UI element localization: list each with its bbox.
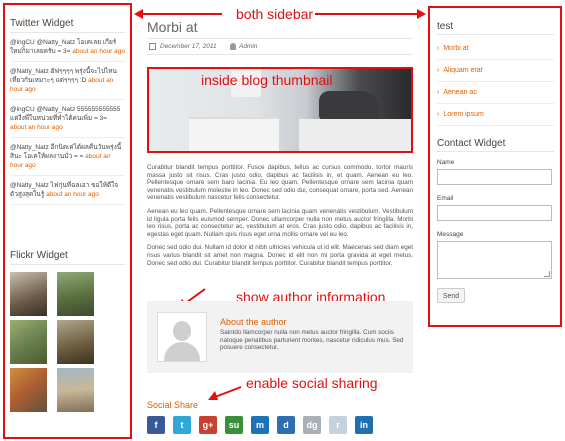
meta-divider	[147, 54, 413, 55]
tweet-list: @ingCU @Natty_Natz โอเคเลย เกียร์ใหม่ก็ม…	[10, 38, 125, 210]
digg-icon[interactable]: dg	[303, 416, 321, 434]
post-paragraph: Curabitur blandit tempus porttitor. Fusc…	[147, 164, 413, 202]
social-share-title: Social Share	[147, 400, 199, 410]
facebook-icon[interactable]: f	[147, 416, 165, 434]
chevron-right-icon: ›	[437, 67, 440, 74]
linkedin-icon[interactable]: in	[355, 416, 373, 434]
tweet-item: @ingCU @Natty_Natz โอเคเลย เกียร์ใหม่ก็ม…	[10, 38, 125, 62]
test-title-divider	[437, 34, 554, 35]
email-field[interactable]	[437, 205, 552, 221]
avatar-shoulders	[164, 342, 200, 361]
test-link-item[interactable]: › Morbi at	[437, 38, 554, 60]
delicious-icon[interactable]: d	[277, 416, 295, 434]
name-field[interactable]	[437, 169, 552, 185]
test-link-label: Aliquam erat	[443, 67, 483, 74]
post-paragraph: Donec sed odio dui. Nullam id dolor id n…	[147, 244, 413, 267]
avatar-head	[173, 321, 191, 341]
about-author-text: Saintdo llamcorper nulla non metus aucto…	[220, 329, 404, 352]
post-body: Curabitur blandit tempus porttitor. Fusc…	[147, 164, 413, 267]
stumbleupon-icon[interactable]: su	[225, 416, 243, 434]
flickr-photo[interactable]	[10, 320, 47, 364]
about-author-box: About the author Saintdo llamcorper null…	[147, 301, 413, 373]
tweet-time-link[interactable]: about an hour ago	[46, 191, 99, 198]
test-link-item[interactable]: › Aliquam erat	[437, 60, 554, 82]
contact-title-divider	[437, 151, 554, 152]
name-label: Name	[437, 159, 455, 166]
social-share-icons: f t g+ su m d dg r in	[147, 416, 387, 436]
test-link-label: Morbi at	[443, 45, 469, 52]
twitter-icon[interactable]: t	[173, 416, 191, 434]
post-author[interactable]: Admin	[239, 43, 257, 50]
resize-handle-icon[interactable]	[544, 271, 550, 277]
contact-widget-title: Contact Widget	[437, 138, 506, 149]
email-label: Email	[437, 195, 454, 202]
chevron-right-icon: ›	[437, 89, 440, 96]
test-link-list: › Morbi at › Aliquam erat › Aenean ac › Lorem i…	[437, 38, 554, 126]
author-icon	[230, 43, 236, 50]
send-button[interactable]: Send	[437, 288, 465, 303]
thumbnail-pillow	[319, 91, 379, 121]
test-link-item[interactable]: › Aenean ac	[437, 82, 554, 104]
message-field[interactable]	[437, 241, 552, 279]
enable-social-sharing-label: enable social sharing	[246, 375, 378, 391]
chevron-right-icon: ›	[437, 111, 440, 118]
google-icon[interactable]: g+	[199, 416, 217, 434]
about-author-title: About the author	[220, 317, 287, 327]
flickr-widget-title: Flickr Widget	[10, 250, 68, 261]
post-paragraph: Aenean eu leo quam. Pellentesque ornare …	[147, 207, 413, 238]
post-date: December 17, 2011	[160, 43, 217, 50]
tweet-item: @Natty_Natz อีกนิดเค่ได้ผลคืนวันพรุ่งนี้…	[10, 143, 125, 176]
flickr-photo[interactable]	[57, 272, 94, 316]
test-link-item[interactable]: › Lorem ipsum	[437, 104, 554, 126]
message-label: Message	[437, 231, 464, 238]
twitter-title-divider	[10, 32, 125, 33]
inside-blog-thumbnail-label: inside blog thumbnail	[201, 72, 333, 88]
tweet-item: @ingCU @Natty_Natz 555555555555 แต่งีงพี…	[10, 105, 125, 138]
tweet-text: @ingCU @Natty_Natz 555555555555 แต่งีงพี…	[10, 106, 121, 122]
test-widget-title: test	[437, 21, 454, 32]
myspace-icon[interactable]: m	[251, 416, 269, 434]
thumbnail-nightstand	[189, 117, 279, 151]
twitter-widget-title: Twitter Widget	[10, 18, 74, 29]
flickr-photo[interactable]	[57, 320, 94, 364]
flickr-photo[interactable]	[10, 368, 47, 412]
flickr-photo[interactable]	[10, 272, 47, 316]
tweet-item: @Natty_Natz ฮัฟๆๆๆๆ พรุ่งนี้จะไปไหนเที่ย…	[10, 67, 125, 100]
calendar-icon	[149, 43, 156, 50]
chevron-right-icon: ›	[437, 45, 440, 52]
tweet-time-link[interactable]: about an hour ago	[10, 124, 63, 131]
test-link-label: Aenean ac	[443, 89, 477, 96]
test-link-label: Lorem ipsum	[443, 111, 484, 118]
flickr-title-divider	[10, 264, 125, 265]
title-divider	[147, 38, 413, 39]
flickr-photo[interactable]	[57, 368, 94, 412]
author-avatar	[157, 312, 207, 362]
social-sharing-arrow	[208, 386, 242, 400]
post-title[interactable]: Morbi at	[147, 19, 198, 35]
thumbnail-bed	[299, 119, 411, 151]
tweet-time-link[interactable]: about an hour ago	[72, 48, 125, 55]
reddit-icon[interactable]: r	[329, 416, 347, 434]
tweet-item: @Natty_Natz ไฟกุ่นที่ฉลเอา ขอให้ดีใจตัวส…	[10, 181, 125, 205]
both-sidebar-label: both sidebar	[236, 6, 314, 22]
